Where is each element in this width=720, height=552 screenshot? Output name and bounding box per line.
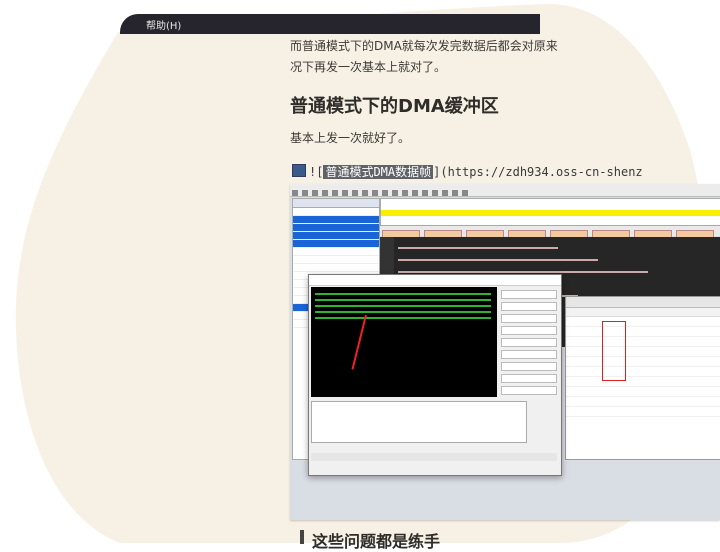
serial-terminal-window <box>308 274 562 476</box>
paragraph: 基本上发一次就好了。 <box>290 131 411 145</box>
next-section-heading: 这些问题都是练手 <box>312 532 441 551</box>
selected-alt-text[interactable]: 普通模式DMA数据帧 <box>323 165 434 179</box>
image-icon <box>292 164 306 177</box>
paragraph-line: 况下再发一次基本上就对了。 <box>290 60 447 74</box>
terminal-output <box>311 287 497 397</box>
md-url: ](https://zdh934.oss-cn-shenz <box>433 165 643 179</box>
markdown-image-link[interactable]: ![普通模式DMA数据帧](https://zdh934.oss-cn-shen… <box>292 163 643 180</box>
heading-marker <box>300 530 304 544</box>
status-bar <box>311 453 557 461</box>
red-highlight-box <box>602 321 626 381</box>
md-prefix: ![ <box>309 165 324 179</box>
disassembly-panel <box>380 198 720 226</box>
editor-tabs <box>380 226 720 240</box>
ide-toolbar <box>290 184 720 197</box>
embedded-screenshot <box>290 184 720 520</box>
send-area <box>311 401 527 443</box>
section-heading: 普通模式下的DMA缓冲区 <box>290 96 499 117</box>
paragraph-line: 而普通模式下的DMA就每次发完数据后都会对原来 <box>290 39 558 53</box>
watch-window <box>565 296 720 460</box>
article-content: 而普通模式下的DMA就每次发完数据后都会对原来 况下再发一次基本上就对了。 普通… <box>0 0 720 551</box>
serial-settings-panel <box>501 287 557 397</box>
